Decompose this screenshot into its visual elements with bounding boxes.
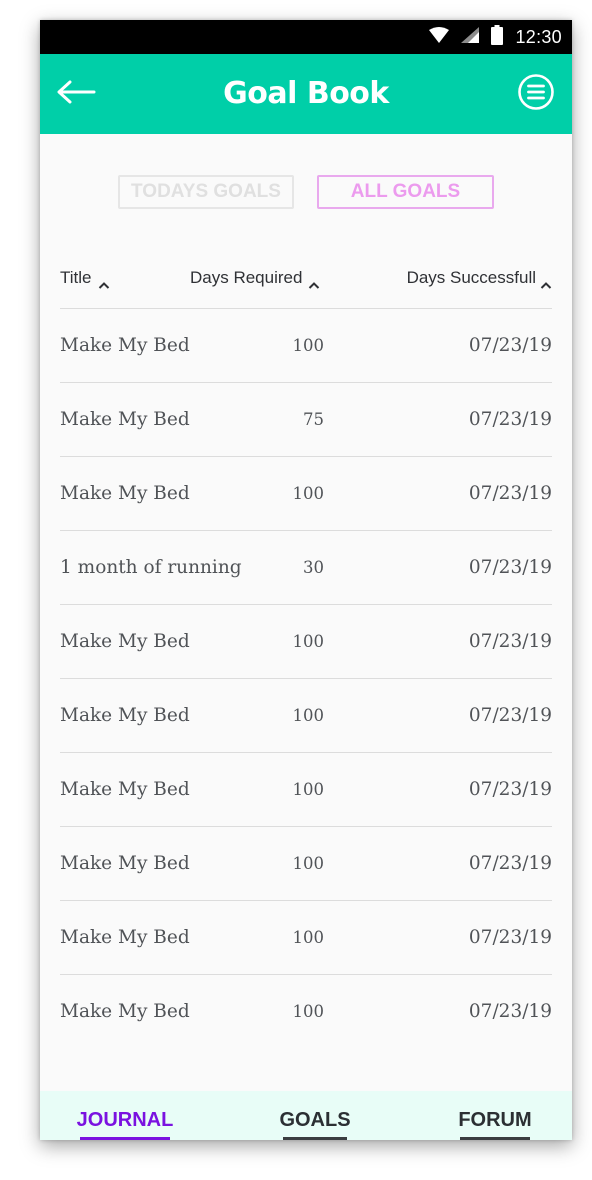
days-successfull: 07/23/19: [468, 409, 552, 430]
tab-forum-label: FORUM: [458, 1109, 532, 1131]
menu-button[interactable]: [516, 73, 556, 116]
goal-title: Make My Bed: [60, 483, 190, 504]
days-required: 75: [303, 410, 324, 429]
app-bar: Goal Book: [40, 54, 572, 134]
table-row[interactable]: Make My Bed 100 07/23/19: [60, 678, 552, 751]
wifi-icon: [429, 26, 450, 48]
goal-title: Make My Bed: [60, 927, 190, 948]
days-required: 100: [292, 336, 325, 355]
tab-forum[interactable]: FORUM: [458, 1091, 532, 1140]
table-row[interactable]: Make My Bed 100 07/23/19: [60, 900, 552, 973]
table-row[interactable]: 1 month of running 30 07/23/19: [60, 530, 552, 603]
days-successfull: 07/23/19: [468, 853, 552, 874]
days-required: 100: [292, 780, 325, 799]
column-header-days-required[interactable]: Days Required: [190, 258, 320, 298]
tab-goals[interactable]: GOALS: [279, 1091, 351, 1140]
goal-title: Make My Bed: [60, 1001, 190, 1022]
todays-goals-button[interactable]: TODAYS GOALS: [118, 175, 294, 209]
column-header-days-required-label: Days Required: [190, 268, 303, 287]
goal-filter: TODAYS GOALS ALL GOALS: [40, 175, 572, 213]
table-row[interactable]: Make My Bed 100 07/23/19: [60, 456, 552, 529]
status-time: 12:30: [515, 26, 562, 47]
tab-forum-indicator: [460, 1137, 530, 1140]
goal-title: 1 month of running: [60, 557, 242, 578]
days-successfull: 07/23/19: [468, 631, 552, 652]
status-bar: 12:30: [40, 20, 572, 54]
goal-title: Make My Bed: [60, 409, 190, 430]
days-required: 100: [292, 484, 325, 503]
table-row[interactable]: Make My Bed 75 07/23/19: [60, 382, 552, 455]
sort-chevron-up-icon: [308, 274, 320, 289]
phone-screen: 12:30 Goal Book TODAYS GOALS ALL GOALS T…: [40, 20, 572, 1140]
bottom-nav: JOURNAL GOALS FORUM: [40, 1091, 572, 1140]
table-row[interactable]: Make My Bed 100 07/23/19: [60, 826, 552, 899]
signal-icon: [461, 26, 480, 48]
sort-chevron-up-icon: [98, 274, 110, 289]
days-successfull: 07/23/19: [468, 779, 552, 800]
column-header-title-label: Title: [60, 268, 92, 287]
days-required: 100: [292, 706, 325, 725]
days-required: 100: [292, 928, 325, 947]
days-required: 100: [292, 854, 325, 873]
days-successfull: 07/23/19: [468, 705, 552, 726]
days-successfull: 07/23/19: [468, 335, 552, 356]
goal-title: Make My Bed: [60, 779, 190, 800]
days-successfull: 07/23/19: [468, 557, 552, 578]
tab-journal-indicator: [80, 1137, 170, 1140]
table-header: Title Days Required Days Successfull: [60, 258, 552, 298]
goal-title: Make My Bed: [60, 705, 190, 726]
back-arrow-icon: [56, 80, 96, 109]
battery-icon: [491, 24, 504, 50]
days-required: 100: [292, 632, 325, 651]
table-row[interactable]: Make My Bed 100 07/23/19: [60, 604, 552, 677]
tab-journal[interactable]: JOURNAL: [77, 1091, 173, 1140]
back-button[interactable]: [52, 74, 100, 114]
days-successfull: 07/23/19: [468, 1001, 552, 1022]
goal-title: Make My Bed: [60, 853, 190, 874]
sort-chevron-up-icon: [540, 274, 552, 289]
days-required: 30: [303, 558, 324, 577]
tab-journal-label: JOURNAL: [76, 1109, 174, 1131]
table-row[interactable]: Make My Bed 100 07/23/19: [60, 308, 552, 381]
table-row[interactable]: Make My Bed 100 07/23/19: [60, 974, 552, 1047]
tab-goals-indicator: [283, 1137, 347, 1140]
column-header-title[interactable]: Title: [60, 258, 110, 298]
column-header-days-successfull-label: Days Successfull: [406, 268, 536, 287]
days-required: 100: [292, 1002, 325, 1021]
tab-goals-label: GOALS: [279, 1109, 351, 1131]
table-row[interactable]: Make My Bed 100 07/23/19: [60, 752, 552, 825]
days-successfull: 07/23/19: [468, 483, 552, 504]
goal-title: Make My Bed: [60, 631, 190, 652]
days-successfull: 07/23/19: [468, 927, 552, 948]
column-header-days-successfull[interactable]: Days Successfull: [407, 258, 552, 298]
menu-icon: [517, 73, 555, 116]
all-goals-button[interactable]: ALL GOALS: [317, 175, 494, 209]
goal-title: Make My Bed: [60, 335, 190, 356]
page-title: Goal Book: [223, 76, 389, 111]
